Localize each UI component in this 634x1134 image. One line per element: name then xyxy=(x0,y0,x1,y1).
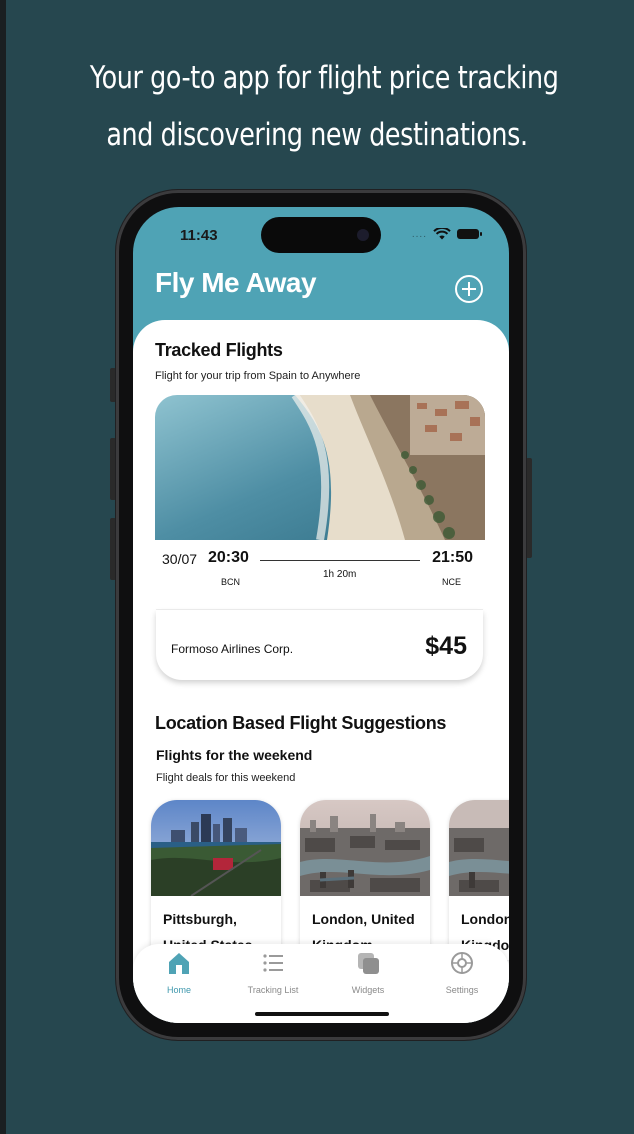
battery-icon xyxy=(457,229,482,239)
suggestion-card-london[interactable]: London, United Kingdom xyxy=(300,800,430,960)
front-camera-icon xyxy=(357,229,369,241)
app-title: Fly Me Away xyxy=(155,267,317,298)
airline-name: Formoso Airlines Corp. xyxy=(171,642,294,656)
phone-screen: 11:43 .... Fly Me Away Tracked Flights F… xyxy=(133,207,509,1023)
route-line xyxy=(260,560,420,561)
flight-price: $45 xyxy=(425,632,467,660)
suggestion-card-pittsburgh[interactable]: Pittsburgh, United States xyxy=(151,800,281,960)
tracked-flights-subtitle: Flight for your trip from Spain to Anywh… xyxy=(155,370,361,382)
status-indicators: .... xyxy=(411,228,482,240)
tab-widgets[interactable]: Widgets xyxy=(328,950,408,995)
departure-time: 20:30 xyxy=(208,549,249,566)
destination-code: NCE xyxy=(441,577,461,587)
flight-duration: 1h 20m xyxy=(323,569,357,580)
flight-details[interactable]: 30/07 20:30 1h 20m 21:50 BCN NCE xyxy=(155,545,485,595)
origin-code: BCN xyxy=(221,577,241,587)
tab-home[interactable]: Home xyxy=(139,950,219,995)
tab-settings[interactable]: Settings xyxy=(422,950,502,995)
destination-photo[interactable] xyxy=(155,395,485,540)
pittsburgh-photo xyxy=(151,800,281,897)
weekend-group-title: Flights for the weekend xyxy=(156,747,313,763)
marketing-headline: Your go-to app for flight price tracking… xyxy=(89,50,559,164)
tab-tracking-list-label: Tracking List xyxy=(247,985,299,995)
weekend-group-subtitle: Flight deals for this weekend xyxy=(156,772,296,784)
suggestions-title: Location Based Flight Suggestions xyxy=(155,713,447,733)
home-indicator[interactable] xyxy=(255,1012,389,1016)
headline-line-1: Your go-to app for flight price tracking xyxy=(89,60,559,96)
cellular-signal-icon: .... xyxy=(411,228,427,240)
flight-date: 30/07 xyxy=(162,551,198,567)
tab-tracking-list[interactable]: Tracking List xyxy=(233,950,313,995)
tracked-flights-title: Tracked Flights xyxy=(155,340,283,360)
tab-settings-label: Settings xyxy=(445,985,479,995)
tab-widgets-label: Widgets xyxy=(351,985,385,995)
settings-icon xyxy=(451,952,473,974)
price-card[interactable]: Formoso Airlines Corp. $45 xyxy=(156,610,483,680)
status-time: 11:43 xyxy=(180,227,218,244)
arrival-time: 21:50 xyxy=(432,549,473,566)
suggestion-card-london-2[interactable]: London, Kingdom xyxy=(449,800,509,960)
headline-line-2: and discovering new destinations. xyxy=(106,117,528,153)
widgets-icon xyxy=(358,953,379,974)
list-icon xyxy=(263,954,283,972)
wifi-icon xyxy=(433,228,451,240)
london-photo-2 xyxy=(449,800,509,896)
dynamic-island xyxy=(261,217,381,253)
tab-home-label: Home xyxy=(166,985,191,995)
phone-power-button xyxy=(526,458,532,558)
home-icon xyxy=(169,953,189,974)
left-edge-stripe xyxy=(0,0,6,1134)
london-photo xyxy=(300,800,430,896)
add-flight-button[interactable] xyxy=(455,275,483,303)
